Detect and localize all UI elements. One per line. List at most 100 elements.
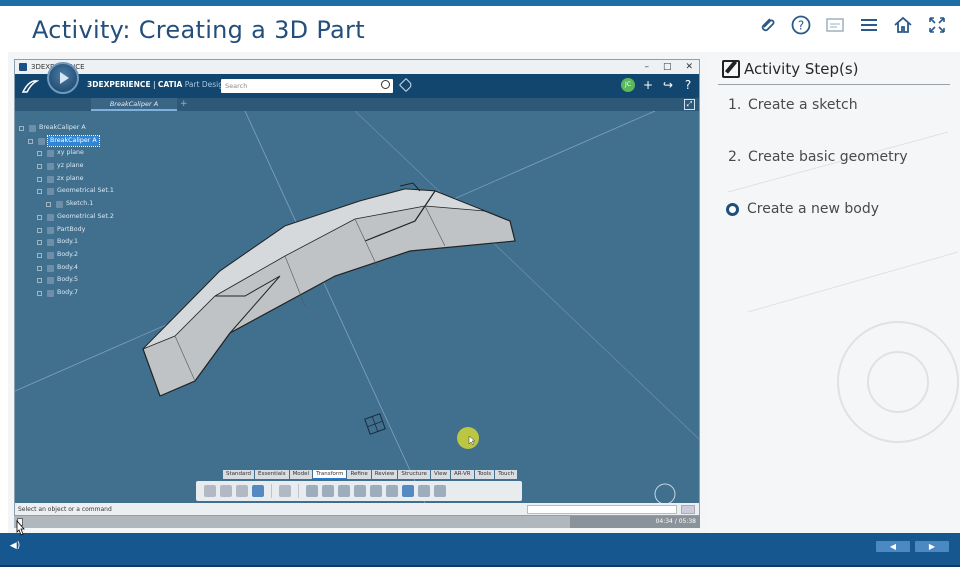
current-step-icon [726,202,739,216]
seek-bar[interactable]: 04:34 / 05:38 [14,516,700,528]
tab-ar-vr[interactable]: AR-VR [451,470,474,479]
share-icon[interactable]: ↪ [661,77,675,93]
step-item-current[interactable]: Create a new body [726,201,879,217]
rotate-icon[interactable] [370,485,382,497]
expand-toggle-icon[interactable] [37,176,42,182]
tree-item[interactable]: Body.4 [17,262,157,275]
window-titlebar: 3DEXPERIENCE – □ ✕ [15,60,699,74]
tab-tools[interactable]: Tools [474,470,495,479]
add-icon[interactable]: + [641,77,655,93]
home-icon[interactable] [892,14,914,36]
expand-toggle-icon[interactable] [19,126,24,131]
step-item[interactable]: 2. Create basic geometry [728,149,908,165]
copy-icon[interactable] [220,485,232,497]
step-item[interactable]: 1. Create a sketch [728,97,858,113]
mirror-icon[interactable] [322,485,334,497]
captions-icon[interactable] [824,14,846,36]
expand-toggle-icon[interactable] [37,290,42,296]
expand-toggle-icon[interactable] [37,164,42,170]
symmetry-icon[interactable] [386,485,398,497]
status-button[interactable] [681,505,695,514]
settings-icon[interactable] [279,485,291,497]
tree-node-icon [47,163,54,171]
pattern-icon[interactable] [306,485,318,497]
tree-item[interactable]: Geometrical Set.1 [17,185,157,198]
expand-toggle-icon[interactable] [37,151,42,157]
paperclip-icon[interactable] [756,14,778,36]
expand-toggle-icon[interactable] [46,202,51,208]
edit-icon [722,60,740,78]
fullscreen-icon[interactable] [926,14,948,36]
avatar[interactable]: JC [621,78,635,92]
prev-button[interactable]: ◀ [876,541,910,552]
body-icon[interactable] [402,485,414,497]
tab-transform[interactable]: Transform [313,470,347,479]
close-button[interactable]: ✕ [685,60,693,74]
tab-standard[interactable]: Standard [223,470,255,479]
maximize-button[interactable]: □ [663,60,672,74]
minimize-button[interactable]: – [644,60,649,74]
search-icon[interactable] [381,80,390,89]
tree-item-label: zx plane [57,174,84,182]
help-icon[interactable]: ? [681,77,695,93]
expand-toggle-icon[interactable] [37,252,42,258]
window-controls: – □ ✕ [644,60,693,74]
tree-item[interactable]: Sketch.1 [17,198,157,211]
tab-review[interactable]: Review [371,470,398,479]
view-compass-icon[interactable] [654,483,676,503]
tree-item-label: Body.5 [57,276,79,284]
tree-item[interactable]: BreakCaliper A [17,122,157,135]
expand-icon[interactable]: ⤢ [684,99,695,110]
playback-time: 04:34 / 05:38 [655,518,696,525]
remove-icon[interactable] [434,485,446,497]
tree-node-icon [47,239,54,247]
app-brand: 3DEXPERIENCE | CATIA Part Design [87,80,228,89]
paste-icon[interactable] [236,485,248,497]
tab-model[interactable]: Model [289,470,313,479]
boolean-icon[interactable] [418,485,430,497]
next-button[interactable]: ▶ [915,541,949,552]
command-input[interactable] [527,505,677,514]
tab-touch[interactable]: Touch [495,470,517,479]
menu-icon[interactable] [858,14,880,36]
expand-toggle-icon[interactable] [37,278,42,284]
speaker-icon[interactable]: ◀) [8,540,22,552]
tab-view[interactable]: View [430,470,451,479]
tree-item[interactable]: xy plane [17,147,157,160]
axis-line [354,111,699,440]
svg-text:?: ? [798,19,804,33]
header-toolbar: ? [756,14,948,36]
tree-node-icon [47,175,54,183]
tab-refine[interactable]: Refine [347,470,371,479]
expand-toggle-icon[interactable] [37,227,42,233]
tree-item[interactable]: Body.2 [17,249,157,262]
tab-essentials[interactable]: Essentials [255,470,289,479]
compass-icon[interactable] [47,62,79,94]
tree-item[interactable]: Body.7 [17,287,157,300]
search-input[interactable]: Search [221,79,393,93]
help-icon[interactable]: ? [790,14,812,36]
spec-tree[interactable]: BreakCaliper A BreakCaliper A xy plane yz p… [17,122,157,300]
tree-item[interactable]: Body.5 [17,274,157,287]
tab-structure[interactable]: Structure [398,470,430,479]
expand-toggle-icon[interactable] [28,138,33,144]
tree-item[interactable]: BreakCaliper A [17,134,157,148]
tree-item-label: Sketch.1 [66,200,94,208]
tree-item[interactable]: Geometrical Set.2 [17,211,157,224]
expand-toggle-icon[interactable] [37,265,42,271]
expand-toggle-icon[interactable] [37,214,42,220]
translate-icon[interactable] [338,485,350,497]
tree-item[interactable]: zx plane [17,173,157,186]
tree-item[interactable]: yz plane [17,160,157,173]
tab-document[interactable]: BreakCaliper A [91,98,177,111]
add-tab-icon[interactable]: + [180,98,188,111]
scale-icon[interactable] [354,485,366,497]
tree-node-icon [29,125,36,132]
expand-toggle-icon[interactable] [37,240,42,246]
cut-icon[interactable] [204,485,216,497]
tag-icon[interactable] [398,77,414,93]
tree-item[interactable]: PartBody [17,224,157,237]
expand-toggle-icon[interactable] [37,189,42,195]
undo-icon[interactable] [252,485,264,497]
tree-item[interactable]: Body.1 [17,236,157,249]
